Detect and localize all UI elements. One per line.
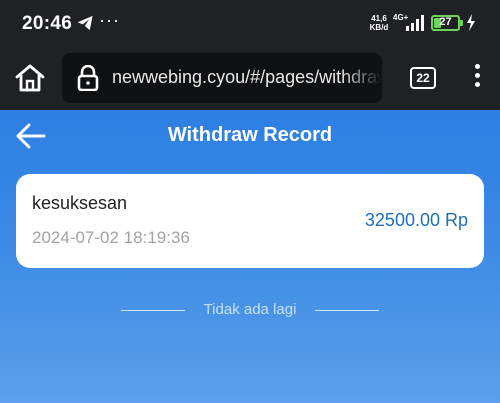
battery-terminal [460,20,463,26]
end-of-list-divider: Tidak ada lagi [0,300,500,324]
page-title: Withdraw Record [167,124,333,146]
tab-switcher-button[interactable]: 22 [410,67,436,89]
status-bar: 20:46 ··· 41,6 KB/d 4G+ 27 [0,0,500,46]
divider-line-right [315,310,379,311]
battery-icon: 27 [431,15,460,31]
more-vertical-icon[interactable] [470,64,484,92]
status-time: 20:46 [22,13,73,34]
home-icon[interactable] [14,63,46,93]
telegram-icon [77,15,93,31]
record-amount: 32500.00 Rp [364,210,468,230]
network-speed-value: 41,6 [371,14,387,23]
end-of-list-text: Tidak ada lagi [203,301,297,318]
browser-toolbar: newwebing.cyou/#/pages/withdrawalRecord … [0,46,500,110]
network-speed: 41,6 KB/d [368,14,390,32]
battery-level: 27 [439,16,452,28]
charging-bolt-icon [467,14,475,31]
network-speed-unit: KB/d [369,23,389,32]
record-status: kesuksesan [32,193,128,213]
signal-icon [406,15,424,31]
withdraw-record-page: Withdraw Record kesuksesan 2024-07-02 18… [0,110,500,403]
record-time: 2024-07-02 18:19:36 [32,228,190,247]
address-bar[interactable]: newwebing.cyou/#/pages/withdrawalRecord [62,53,382,103]
overflow-notifications-indicator: ··· [99,10,120,30]
list-item[interactable]: kesuksesan 2024-07-02 18:19:36 32500.00 … [16,174,484,268]
url-text: newwebing.cyou/#/pages/withdrawalRecord [112,67,382,87]
lock-icon [77,65,99,91]
